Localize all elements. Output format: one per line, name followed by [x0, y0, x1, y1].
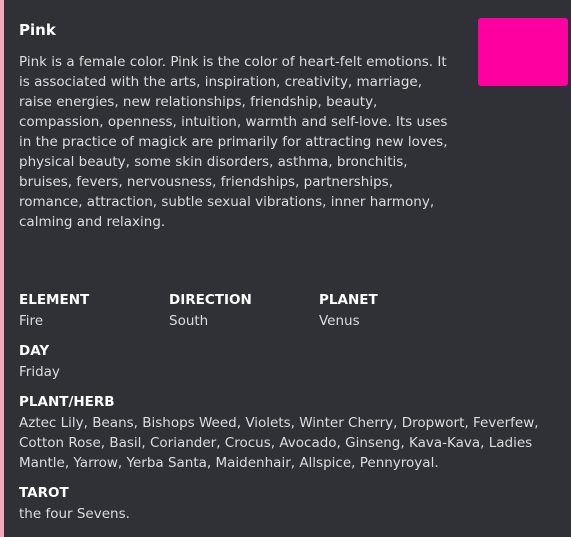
embed-description: Pink is a female color. Pink is the colo…	[19, 54, 448, 230]
field-day-value: Friday	[19, 364, 60, 380]
field-day: DAY Friday	[19, 341, 559, 382]
field-plant-herb-name: PLANT/HERB	[19, 394, 115, 410]
field-planet-name: PLANET	[319, 292, 378, 308]
embed-title: Pink	[19, 21, 56, 39]
field-tarot: TAROT the four Sevens.	[19, 483, 559, 524]
field-element: ELEMENT Fire	[19, 290, 169, 331]
field-planet: PLANET Venus	[319, 290, 469, 331]
field-direction: DIRECTION South	[169, 290, 319, 331]
field-direction-value: South	[169, 313, 209, 329]
field-planet-value: Venus	[319, 313, 360, 329]
field-day-name: DAY	[19, 343, 50, 359]
field-plant-herb-value: Aztec Lily, Beans, Bishops Weed, Violets…	[19, 415, 539, 471]
embed-fields: ELEMENT Fire DIRECTION South PLANET Venu…	[19, 290, 559, 534]
field-element-name: ELEMENT	[19, 292, 90, 308]
field-tarot-value: the four Sevens.	[19, 506, 130, 522]
color-swatch-thumbnail	[478, 18, 568, 86]
field-direction-name: DIRECTION	[169, 292, 252, 308]
field-tarot-name: TAROT	[19, 485, 69, 501]
field-plant-herb: PLANT/HERB Aztec Lily, Beans, Bishops We…	[19, 392, 559, 473]
embed-card: Pink Pink is a female color. Pink is the…	[0, 0, 571, 537]
field-element-value: Fire	[19, 313, 44, 329]
